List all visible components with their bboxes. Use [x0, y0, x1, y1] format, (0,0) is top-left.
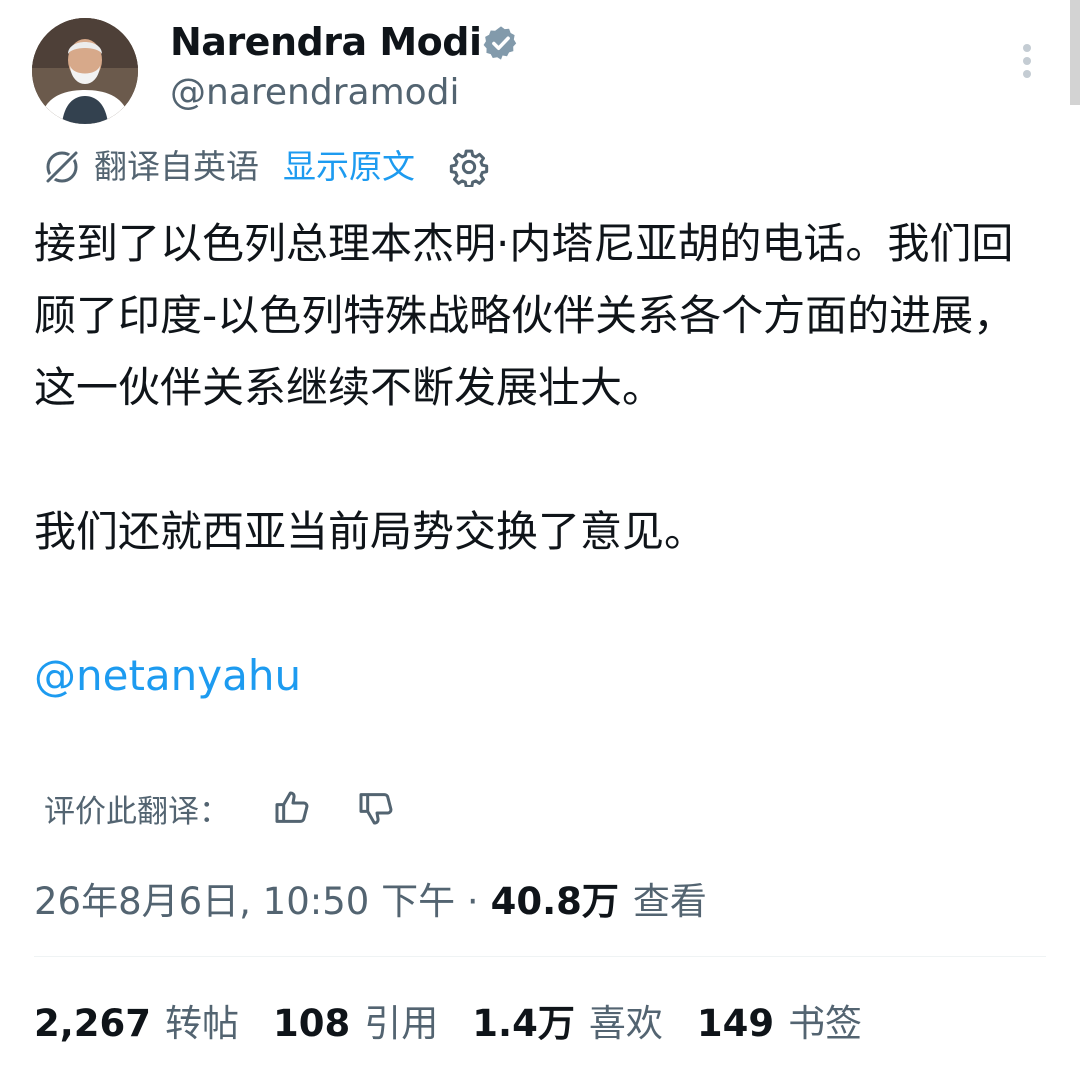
tweet-text: 接到了以色列总理本杰明·内塔尼亚胡的电话。我们回顾了印度-以色列特殊战略伙伴关系…: [34, 208, 1046, 712]
rate-translation: 评价此翻译：: [44, 780, 396, 836]
author-handle[interactable]: @narendramodi: [170, 70, 460, 116]
thumbs-down-icon[interactable]: [356, 788, 396, 828]
scrollbar[interactable]: [1070, 0, 1080, 105]
views-label: 查看: [632, 880, 707, 923]
more-vertical-icon[interactable]: [1012, 40, 1042, 84]
views-count[interactable]: 40.8万: [491, 871, 619, 925]
stat-label: 引用: [364, 1002, 439, 1045]
reposts-stat[interactable]: 2,267 转帖: [34, 993, 239, 1047]
tweet-paragraph: 我们还就西亚当前局势交换了意见。: [34, 507, 707, 556]
stat-count: 2,267: [34, 1002, 152, 1045]
translated-from-label: 翻译自英语: [94, 147, 259, 186]
stat-label: 转帖: [165, 1002, 240, 1045]
author-name[interactable]: Narendra Modi: [170, 18, 482, 66]
timestamp[interactable]: 26年8月6日, 10:50 下午 ·: [34, 871, 479, 925]
verified-badge-icon: [483, 26, 517, 60]
tweet-meta: 26年8月6日, 10:50 下午 · 40.8万 查看: [34, 868, 707, 928]
stat-count: 149: [696, 1002, 775, 1045]
stat-count: 108: [273, 1002, 351, 1045]
avatar-image: [32, 18, 138, 124]
rate-translation-label: 评价此翻译：: [44, 793, 230, 830]
divider: [34, 956, 1046, 957]
quotes-stat[interactable]: 108 引用: [273, 993, 438, 1047]
gear-icon[interactable]: [449, 147, 489, 187]
tweet-paragraph: 接到了以色列总理本杰明·内塔尼亚胡的电话。我们回顾了印度-以色列特殊战略伙伴关系…: [34, 219, 1016, 412]
stat-label: 喜欢: [588, 1002, 663, 1045]
bookmarks-stat[interactable]: 149 书签: [697, 993, 862, 1047]
mention-link[interactable]: @netanyahu: [34, 651, 301, 700]
engagement-stats: 2,267 转帖 108 引用 1.4万 喜欢 149 书签: [34, 990, 896, 1050]
translation-bar: 翻译自英语 显示原文: [40, 142, 489, 192]
show-original-link[interactable]: 显示原文: [283, 142, 415, 192]
stat-count: 1.4万: [472, 1002, 575, 1045]
tweet-detail-page: Narendra Modi @narendramodi 翻译自英语 显示原文 接…: [0, 0, 1080, 1071]
translate-icon: [43, 148, 81, 186]
likes-stat[interactable]: 1.4万 喜欢: [472, 993, 663, 1047]
stat-label: 书签: [788, 1002, 863, 1045]
thumbs-up-icon[interactable]: [272, 788, 312, 828]
avatar[interactable]: [32, 18, 138, 124]
